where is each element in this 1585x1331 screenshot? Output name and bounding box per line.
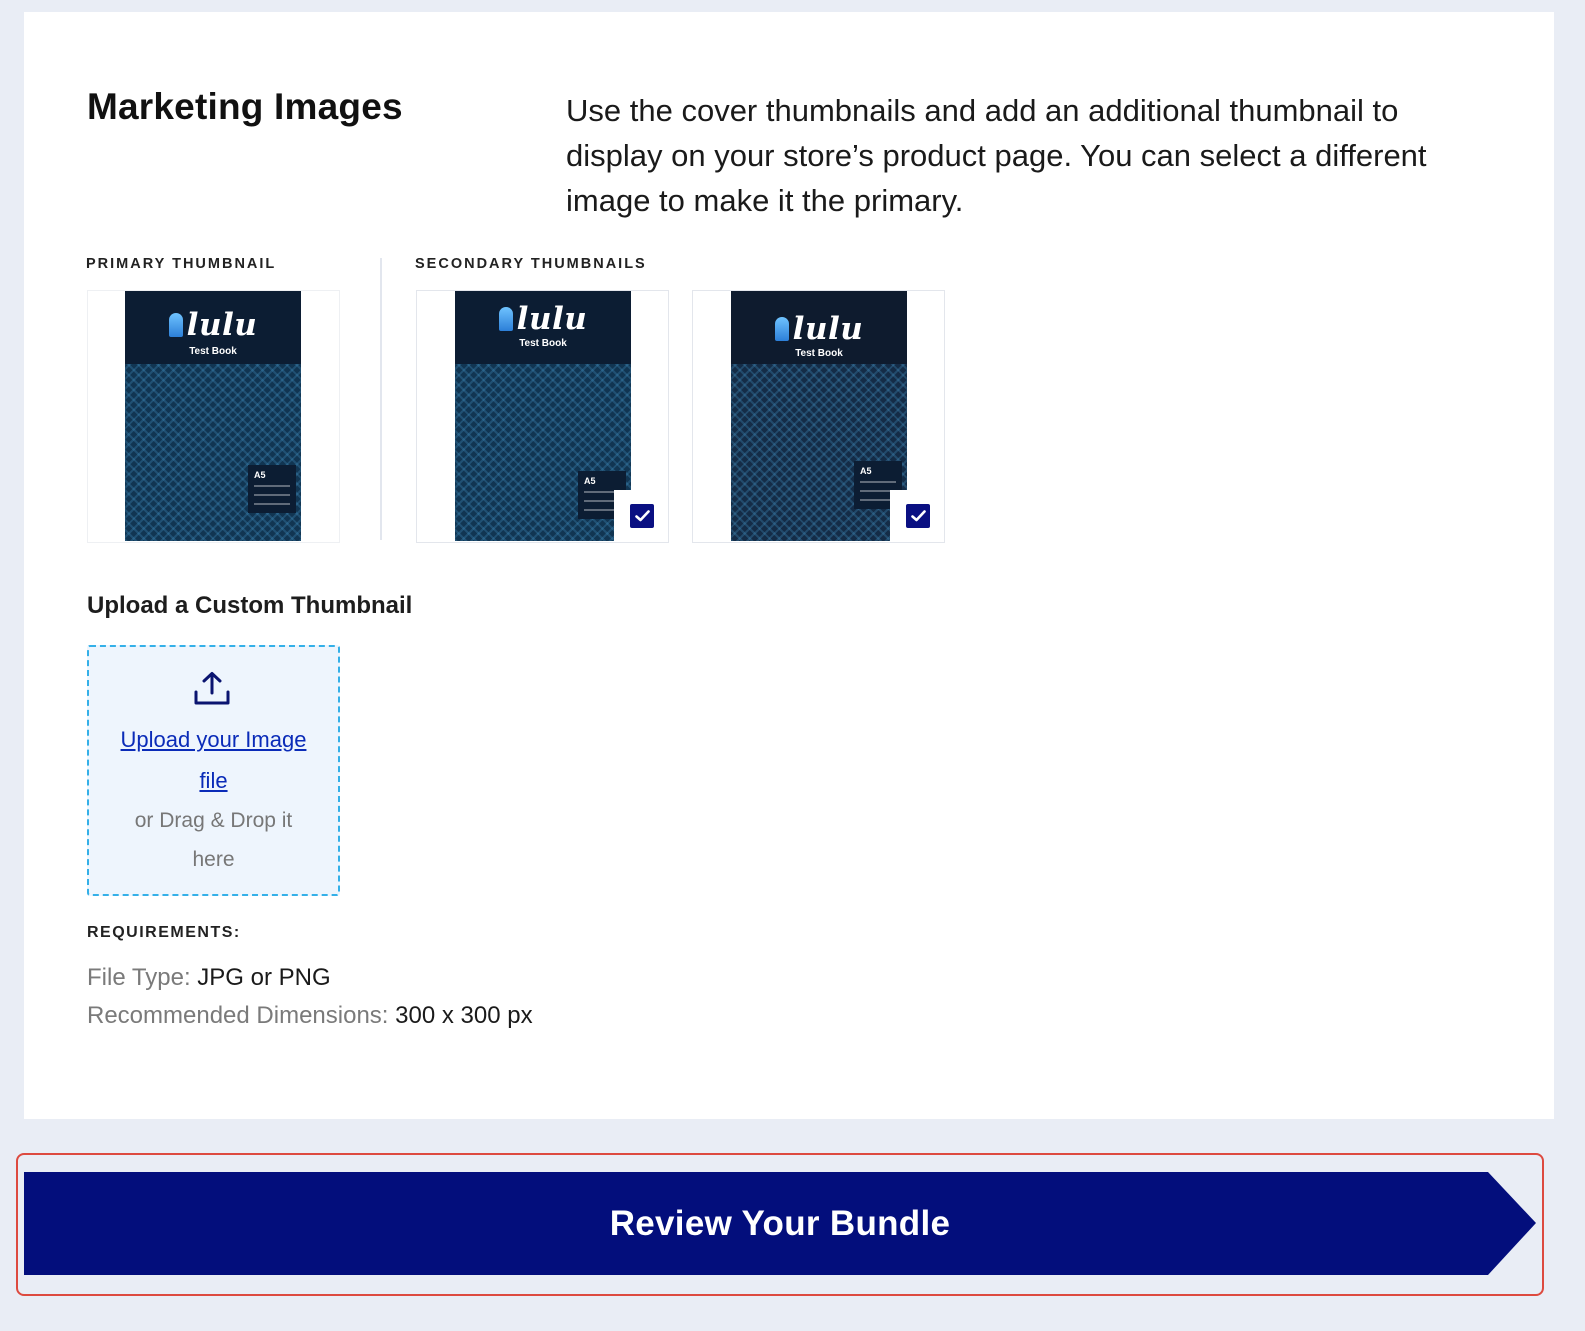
lulu-logo-icon [774, 317, 789, 341]
select-checkbox-wrap [614, 490, 668, 542]
checkmark-icon [634, 510, 650, 522]
secondary-thumbnail-2[interactable]: lulu Test Book A5 [692, 290, 945, 543]
cover-size-label: A5 [584, 476, 596, 486]
primary-thumbnail-label: PRIMARY THUMBNAIL [86, 256, 277, 272]
cover-logo: lulu [125, 307, 301, 343]
selected-checkbox[interactable] [630, 504, 654, 528]
dimensions-value: 300 x 300 px [395, 1002, 533, 1029]
upload-image-link[interactable]: Upload your Image file [89, 719, 338, 801]
select-checkbox-wrap [890, 490, 944, 542]
book-cover-image: lulu Test Book A5 [731, 291, 907, 541]
file-type-label: File Type: [87, 964, 191, 991]
review-bundle-label: Review Your Bundle [609, 1203, 951, 1243]
cover-subtitle: Test Book [189, 346, 237, 357]
secondary-thumbnail-1[interactable]: lulu Test Book A5 [416, 290, 669, 543]
cover-subtitle: Test Book [519, 338, 567, 349]
cover-header: lulu Test Book [455, 291, 631, 364]
cover-header: lulu Test Book [125, 291, 301, 364]
secondary-thumbnails-label: SECONDARY THUMBNAILS [415, 256, 647, 272]
upload-heading: Upload a Custom Thumbnail [87, 592, 413, 619]
review-bundle-button[interactable]: Review Your Bundle [24, 1172, 1536, 1275]
lulu-logo-icon [498, 307, 513, 331]
lulu-logo-icon [168, 313, 183, 337]
requirements-label: REQUIREMENTS: [87, 924, 241, 941]
section-title: Marketing Images [87, 86, 403, 127]
book-cover-image: lulu Test Book A5 [125, 291, 301, 541]
dimensions-label: Recommended Dimensions: [87, 1002, 389, 1029]
cover-size-box: A5 [248, 465, 296, 513]
book-cover-image: lulu Test Book A5 [455, 291, 631, 541]
requirement-file-type: File Type: JPG or PNG [87, 964, 331, 992]
cover-header: lulu Test Book [731, 291, 907, 364]
drag-drop-hint: or Drag & Drop it here [134, 809, 293, 871]
cover-subtitle: Test Book [795, 348, 843, 359]
checkmark-icon [910, 510, 926, 522]
upload-dropzone[interactable]: Upload your Image file or Drag & Drop it… [87, 645, 340, 896]
selected-checkbox[interactable] [906, 504, 930, 528]
cover-size-label: A5 [860, 466, 872, 476]
primary-thumbnail[interactable]: lulu Test Book A5 [87, 290, 340, 543]
marketing-images-card: Marketing Images Use the cover thumbnail… [24, 12, 1554, 1119]
requirement-dimensions: Recommended Dimensions: 300 x 300 px [87, 1002, 533, 1030]
cover-size-label: A5 [254, 470, 266, 480]
upload-icon [194, 672, 230, 705]
cover-logo: lulu [731, 311, 907, 347]
section-description: Use the cover thumbnails and add an addi… [566, 93, 1427, 218]
thumbnail-divider [380, 258, 382, 540]
cover-logo: lulu [455, 301, 631, 337]
file-type-value: JPG or PNG [197, 964, 331, 991]
